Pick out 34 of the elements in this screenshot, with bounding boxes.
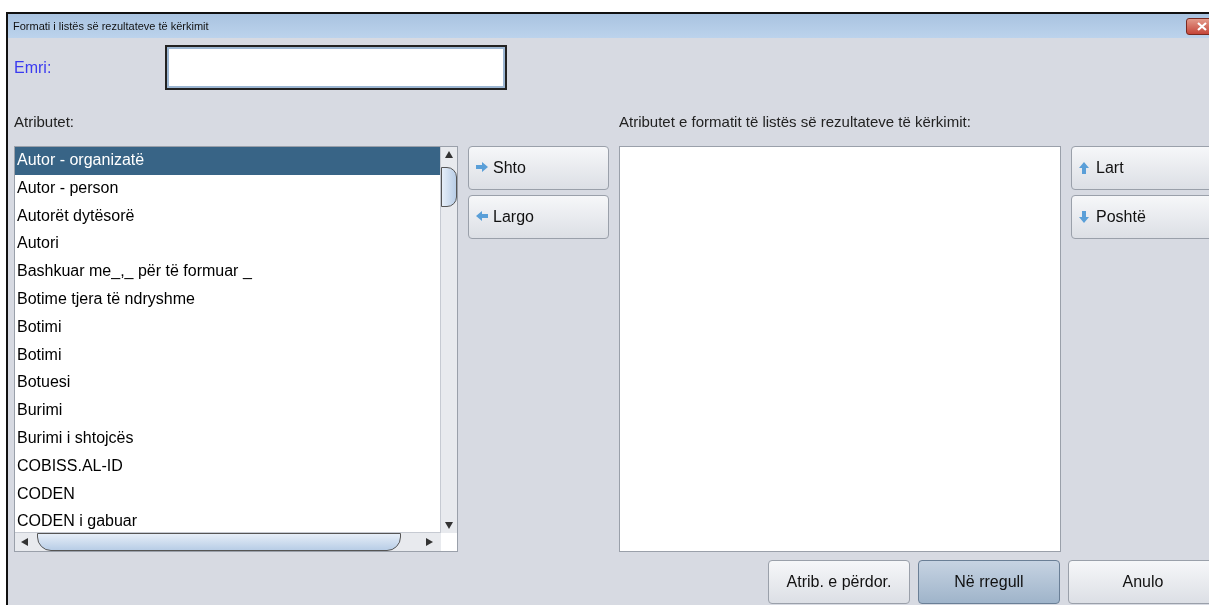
list-item[interactable]: Autor - person <box>15 174 441 203</box>
name-label: Emri: <box>14 58 53 77</box>
list-item[interactable]: CODEN <box>15 480 441 509</box>
list-item[interactable]: Autori <box>15 230 441 259</box>
up-arrow-icon <box>1078 161 1092 175</box>
attributes-label: Atributet: <box>14 112 76 130</box>
left-arrow-icon <box>475 210 489 224</box>
list-item[interactable]: Botimi <box>15 313 441 342</box>
format-attributes-label: Atributet e formatit të listës së rezultateve të kërkimit: <box>619 112 971 130</box>
list-item[interactable]: CODEN i gabuar <box>15 508 441 533</box>
list-item[interactable]: Bashkuar me_,_ për të formuar _ <box>15 258 441 286</box>
move-up-button[interactable]: Lart <box>1071 146 1209 190</box>
down-arrow-icon <box>1078 210 1092 224</box>
list-item[interactable]: Autor - organizatë <box>15 147 441 175</box>
ok-button[interactable]: Në rregull <box>918 560 1060 604</box>
close-icon <box>1197 21 1207 31</box>
name-field[interactable] <box>165 45 507 90</box>
remove-button[interactable]: Largo <box>468 195 609 239</box>
cancel-button[interactable]: Anulo <box>1068 560 1209 604</box>
add-button[interactable]: Shto <box>468 146 609 190</box>
vertical-scrollbar[interactable] <box>440 147 457 533</box>
close-button[interactable] <box>1186 17 1209 35</box>
list-item[interactable]: Burimi <box>15 397 441 425</box>
list-item[interactable]: Botuesi <box>15 369 441 398</box>
horizontal-scrollbar[interactable] <box>15 532 441 551</box>
move-down-button[interactable]: Poshtë <box>1071 195 1209 239</box>
list-item[interactable]: Botimi <box>15 341 441 370</box>
right-arrow-icon <box>475 161 489 175</box>
window-title: Formati i listës së rezultateve të kërkimit <box>13 20 209 32</box>
list-item[interactable]: Botime tjera të ndryshme <box>15 286 441 314</box>
used-attributes-button[interactable]: Atrib. e përdor. <box>768 560 910 604</box>
list-item[interactable]: Autorët dytësorë <box>15 202 441 231</box>
list-item[interactable]: COBISS.AL-ID <box>15 452 441 481</box>
list-item[interactable]: Burimi i shtojcës <box>15 424 441 453</box>
